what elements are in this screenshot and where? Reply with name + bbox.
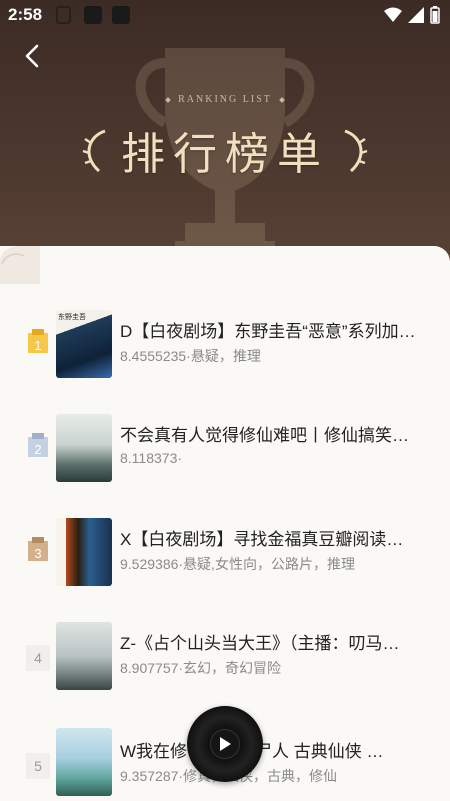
book-title: X【白夜剧场】寻找金福真豆瓣阅读… bbox=[120, 530, 404, 549]
laurel-left-icon bbox=[82, 129, 106, 173]
signal-icon bbox=[408, 7, 424, 23]
play-icon bbox=[220, 737, 231, 751]
list-item[interactable]: 3 X【白夜剧场】寻找金福真豆瓣阅读… 9.529386·悬疑,女性向，公路片，… bbox=[0, 508, 450, 598]
book-title: D【白夜剧场】东野圭吾“恶意”系列加… bbox=[120, 322, 416, 341]
list-item[interactable]: 4 Z-《占个山头当大王》（主播：叨马… 8.907757·玄幻，奇幻冒险 bbox=[0, 612, 450, 702]
book-meta: 8.118373· bbox=[120, 450, 183, 466]
diamond-icon bbox=[165, 96, 171, 103]
app-notification-icon bbox=[84, 6, 102, 24]
book-cover bbox=[56, 518, 112, 586]
page-title: 排行榜单 bbox=[121, 129, 329, 180]
app-notification-icon bbox=[112, 6, 130, 24]
book-title: W我在修仙界当敛尸人 古典仙侠 … bbox=[120, 742, 384, 761]
rank-number: 4 bbox=[26, 645, 50, 671]
book-title: Z-《占个山头当大王》（主播：叨马… bbox=[120, 634, 400, 653]
book-cover: 东野圭吾 bbox=[56, 310, 112, 378]
subtitle-row: RANKING LIST bbox=[0, 94, 450, 105]
chevron-left-icon bbox=[25, 44, 39, 68]
rank-number: 5 bbox=[26, 753, 50, 779]
battery-icon bbox=[430, 6, 440, 24]
list-item[interactable]: 1 东野圭吾 D【白夜剧场】东野圭吾“恶意”系列加… 8.4555235·悬疑，… bbox=[0, 300, 450, 390]
rank-gold-badge: 1 bbox=[28, 329, 48, 353]
player-center bbox=[210, 729, 240, 759]
svg-text:3: 3 bbox=[34, 546, 41, 561]
list-item[interactable]: 2 不会真有人觉得修仙难吧丨修仙搞笑… 8.118373· bbox=[0, 404, 450, 494]
wifi-icon bbox=[384, 7, 402, 22]
book-meta: 9.529386·悬疑,女性向，公路片，推理 bbox=[120, 556, 355, 572]
notification-icon bbox=[56, 6, 71, 24]
book-cover bbox=[56, 622, 112, 690]
svg-text:1: 1 bbox=[34, 338, 41, 353]
book-cover bbox=[56, 414, 112, 482]
paper-curl bbox=[0, 246, 40, 284]
player-disc-button[interactable] bbox=[187, 706, 263, 782]
laurel-right-icon bbox=[344, 129, 368, 173]
title-row: 排行榜单 bbox=[0, 118, 450, 182]
book-meta: 8.907757·玄幻，奇幻冒险 bbox=[120, 660, 282, 676]
book-meta: 8.4555235·悬疑，推理 bbox=[120, 348, 261, 364]
svg-text:2: 2 bbox=[34, 442, 41, 457]
book-cover bbox=[56, 728, 112, 796]
status-time: 2:58 bbox=[8, 5, 43, 24]
ranking-subtitle: RANKING LIST bbox=[178, 94, 272, 105]
diamond-icon bbox=[279, 96, 285, 103]
book-title: 不会真有人觉得修仙难吧丨修仙搞笑… bbox=[120, 426, 409, 445]
status-bar: 2:58 bbox=[0, 0, 450, 32]
back-button[interactable] bbox=[14, 38, 50, 74]
book-meta: 9.357287·修真，仙侠，古典，修仙 bbox=[120, 766, 420, 786]
rank-bronze-badge: 3 bbox=[28, 537, 48, 561]
rank-silver-badge: 2 bbox=[28, 433, 48, 457]
